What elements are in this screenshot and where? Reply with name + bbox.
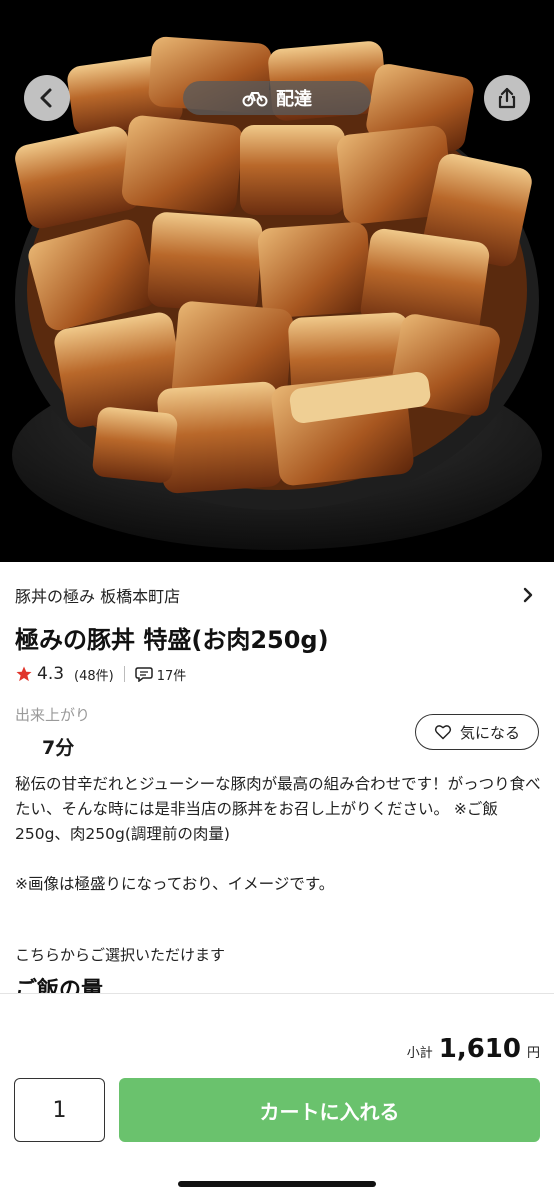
options-hint: こちらからご選択いただけます bbox=[15, 946, 226, 964]
subtotal-value: 1,610 bbox=[438, 1034, 521, 1064]
add-to-cart-button[interactable]: カートに入れる bbox=[119, 1078, 540, 1142]
chevron-right-icon bbox=[523, 587, 533, 603]
share-button[interactable] bbox=[484, 75, 530, 121]
star-icon bbox=[16, 666, 32, 682]
item-description: 秘伝の甘辛だれとジューシーな豚肉が最高の組み合わせです！がっつり食べたい、そんな… bbox=[15, 772, 543, 922]
favorite-button[interactable]: 気になる bbox=[415, 714, 539, 750]
description-note: ※画像は極盛りになっており、イメージです。 bbox=[15, 875, 335, 893]
ready-time-value: 7分 bbox=[42, 737, 75, 759]
rating-count: (48件) bbox=[74, 668, 114, 684]
subtotal-label: 小計 bbox=[406, 1046, 433, 1061]
review-count[interactable]: 17件 bbox=[157, 665, 187, 684]
delivery-label: 配達 bbox=[276, 89, 312, 110]
divider bbox=[123, 666, 125, 682]
heart-icon bbox=[434, 725, 452, 740]
back-button[interactable] bbox=[24, 75, 70, 121]
hero-image: 配達 bbox=[0, 0, 554, 562]
rating-row: 4.3 (48件) 17件 bbox=[15, 662, 186, 686]
subtotal: 小計 1,610 円 bbox=[407, 1034, 540, 1064]
shop-link[interactable]: 豚丼の極み 板橋本町店 bbox=[15, 582, 535, 608]
section-title: ご飯の量 bbox=[15, 978, 104, 993]
chevron-left-icon bbox=[40, 88, 52, 108]
favorite-label: 気になる bbox=[459, 723, 520, 742]
comment-icon bbox=[134, 667, 153, 682]
quantity-selector[interactable]: 1 bbox=[14, 1078, 105, 1142]
bottom-action-bar: 小計 1,610 円 1 カートに入れる bbox=[0, 993, 554, 1200]
ready-time-label: 出来上がり bbox=[15, 706, 91, 724]
subtotal-unit: 円 bbox=[526, 1046, 540, 1061]
bicycle-icon bbox=[242, 92, 268, 107]
rating-value: 4.3 bbox=[37, 664, 65, 684]
rice-amount-section-heading: ご飯の量 bbox=[15, 976, 315, 993]
share-icon bbox=[498, 87, 516, 109]
item-title: 極みの豚丼 特盛(お肉250g) bbox=[15, 626, 329, 654]
description-paragraph: 秘伝の甘辛だれとジューシーな豚肉が最高の組み合わせです！がっつり食べたい、そんな… bbox=[15, 775, 541, 843]
delivery-mode-pill[interactable]: 配達 bbox=[183, 81, 371, 115]
shop-name: 豚丼の極み 板橋本町店 bbox=[15, 587, 181, 606]
home-indicator bbox=[178, 1181, 376, 1187]
